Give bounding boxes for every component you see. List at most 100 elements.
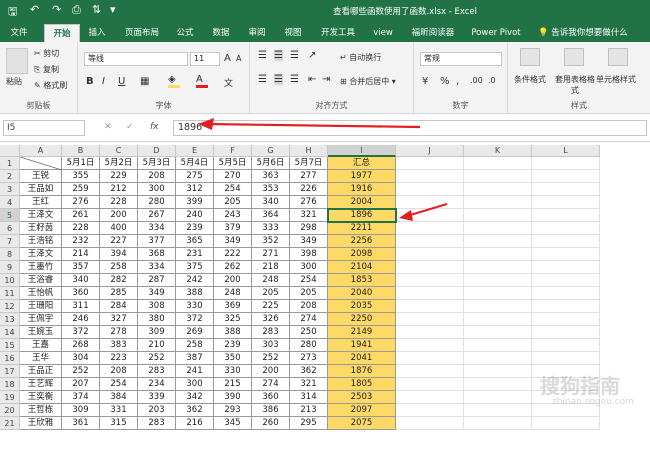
table-cell[interactable]: 208 — [138, 170, 176, 183]
table-cell[interactable]: 2211 — [328, 222, 396, 235]
cancel-icon[interactable]: ✕ — [104, 122, 112, 132]
conditional-format-button[interactable]: 条件格式 — [514, 74, 546, 85]
merge-center-button[interactable]: ⊞ 合并后居中 ▾ — [340, 76, 396, 87]
table-cell[interactable]: 287 — [138, 274, 176, 287]
table-cell[interactable] — [396, 287, 464, 300]
table-cell[interactable]: 363 — [252, 170, 290, 183]
table-cell[interactable] — [532, 417, 600, 430]
table-cell[interactable] — [464, 274, 532, 287]
comma-button[interactable]: , — [456, 76, 459, 87]
table-cell[interactable]: 276 — [290, 196, 328, 209]
table-cell[interactable]: 王锐 — [20, 170, 62, 183]
row-header[interactable]: 11 — [0, 287, 20, 300]
paste-button[interactable]: 粘贴 — [6, 76, 22, 87]
table-cell[interactable] — [396, 391, 464, 404]
table-cell[interactable]: 215 — [214, 378, 252, 391]
table-cell[interactable] — [464, 300, 532, 313]
table-cell[interactable]: 228 — [62, 222, 100, 235]
table-cell[interactable]: 王泽文 — [20, 248, 62, 261]
table-cell[interactable]: 276 — [62, 196, 100, 209]
table-cell[interactable]: 218 — [252, 261, 290, 274]
table-cell[interactable] — [532, 170, 600, 183]
table-cell[interactable]: 298 — [290, 222, 328, 235]
table-cell[interactable]: 227 — [100, 235, 138, 248]
table-cell[interactable] — [396, 261, 464, 274]
table-cell[interactable] — [396, 274, 464, 287]
table-cell[interactable]: 362 — [176, 404, 214, 417]
table-cell[interactable]: 360 — [62, 287, 100, 300]
table-cell[interactable] — [396, 417, 464, 430]
table-cell[interactable]: 349 — [290, 235, 328, 248]
table-cell[interactable]: 254 — [290, 274, 328, 287]
table-cell[interactable]: 王籽茵 — [20, 222, 62, 235]
table-cell[interactable] — [532, 157, 600, 170]
increase-decimal-icon[interactable]: .00 — [470, 76, 483, 85]
table-cell[interactable]: 203 — [138, 404, 176, 417]
table-cell[interactable]: 王婉玉 — [20, 326, 62, 339]
table-cell[interactable]: 394 — [100, 248, 138, 261]
table-cell[interactable]: 252 — [252, 352, 290, 365]
table-cell[interactable]: 362 — [290, 365, 328, 378]
table-cell[interactable]: 239 — [214, 339, 252, 352]
table-cell[interactable] — [464, 209, 532, 222]
row-header[interactable]: 4 — [0, 196, 20, 209]
table-cell[interactable]: 331 — [100, 404, 138, 417]
table-cell[interactable] — [464, 248, 532, 261]
table-cell[interactable]: 王浩铭 — [20, 235, 62, 248]
table-cell[interactable]: 258 — [176, 339, 214, 352]
table-cell[interactable]: 252 — [138, 352, 176, 365]
table-cell[interactable]: 210 — [138, 339, 176, 352]
table-cell[interactable]: 283 — [138, 365, 176, 378]
fill-color-icon[interactable]: ◈ — [168, 74, 180, 88]
table-cell[interactable]: 254 — [214, 183, 252, 196]
table-cell[interactable]: 260 — [252, 417, 290, 430]
table-cell[interactable]: 275 — [176, 170, 214, 183]
cell-style-icon[interactable] — [608, 48, 628, 66]
table-cell[interactable] — [464, 157, 532, 170]
table-cell[interactable]: 309 — [138, 326, 176, 339]
table-cell[interactable]: 314 — [290, 391, 328, 404]
table-cell[interactable]: 258 — [100, 261, 138, 274]
table-cell[interactable]: 340 — [252, 196, 290, 209]
cut-button[interactable]: ✂ 剪切 — [34, 48, 59, 59]
table-cell[interactable]: 326 — [252, 313, 290, 326]
table-cell[interactable]: 372 — [62, 326, 100, 339]
table-cell[interactable]: 349 — [214, 235, 252, 248]
table-cell[interactable]: 212 — [100, 183, 138, 196]
table-cell[interactable]: 267 — [138, 209, 176, 222]
table-cell[interactable]: 1916 — [328, 183, 396, 196]
table-cell[interactable]: 334 — [138, 261, 176, 274]
table-cell[interactable]: 321 — [290, 378, 328, 391]
table-cell[interactable]: 205 — [214, 196, 252, 209]
table-cell[interactable]: 330 — [214, 365, 252, 378]
table-cell[interactable]: 355 — [62, 170, 100, 183]
table-cell[interactable]: 259 — [62, 183, 100, 196]
table-cell[interactable] — [396, 248, 464, 261]
table-cell[interactable] — [464, 170, 532, 183]
table-cell[interactable]: 399 — [176, 196, 214, 209]
currency-icon[interactable]: ¥ — [422, 76, 428, 87]
tab-data[interactable]: 数据 — [206, 24, 236, 42]
table-cell[interactable] — [464, 313, 532, 326]
table-cell[interactable]: 374 — [62, 391, 100, 404]
table-cell[interactable]: 330 — [176, 300, 214, 313]
table-cell[interactable] — [464, 183, 532, 196]
table-cell[interactable] — [464, 404, 532, 417]
row-header[interactable]: 12 — [0, 300, 20, 313]
table-cell[interactable]: 239 — [176, 222, 214, 235]
table-cell[interactable]: 2041 — [328, 352, 396, 365]
table-cell[interactable]: 309 — [62, 404, 100, 417]
table-cell[interactable]: 2503 — [328, 391, 396, 404]
align-right-icon[interactable]: ☰ — [290, 74, 299, 85]
decrease-decimal-icon[interactable]: .0 — [488, 76, 496, 85]
table-cell[interactable]: 1977 — [328, 170, 396, 183]
table-cell[interactable]: 205 — [252, 287, 290, 300]
table-cell[interactable]: 王嘉 — [20, 339, 62, 352]
row-header[interactable]: 13 — [0, 313, 20, 326]
table-cell[interactable]: 200 — [252, 365, 290, 378]
table-cell[interactable]: 王欣雅 — [20, 417, 62, 430]
table-cell[interactable]: 274 — [290, 313, 328, 326]
table-cell[interactable] — [396, 235, 464, 248]
table-cell[interactable] — [464, 417, 532, 430]
tab-file[interactable]: 文件 — [4, 24, 34, 42]
